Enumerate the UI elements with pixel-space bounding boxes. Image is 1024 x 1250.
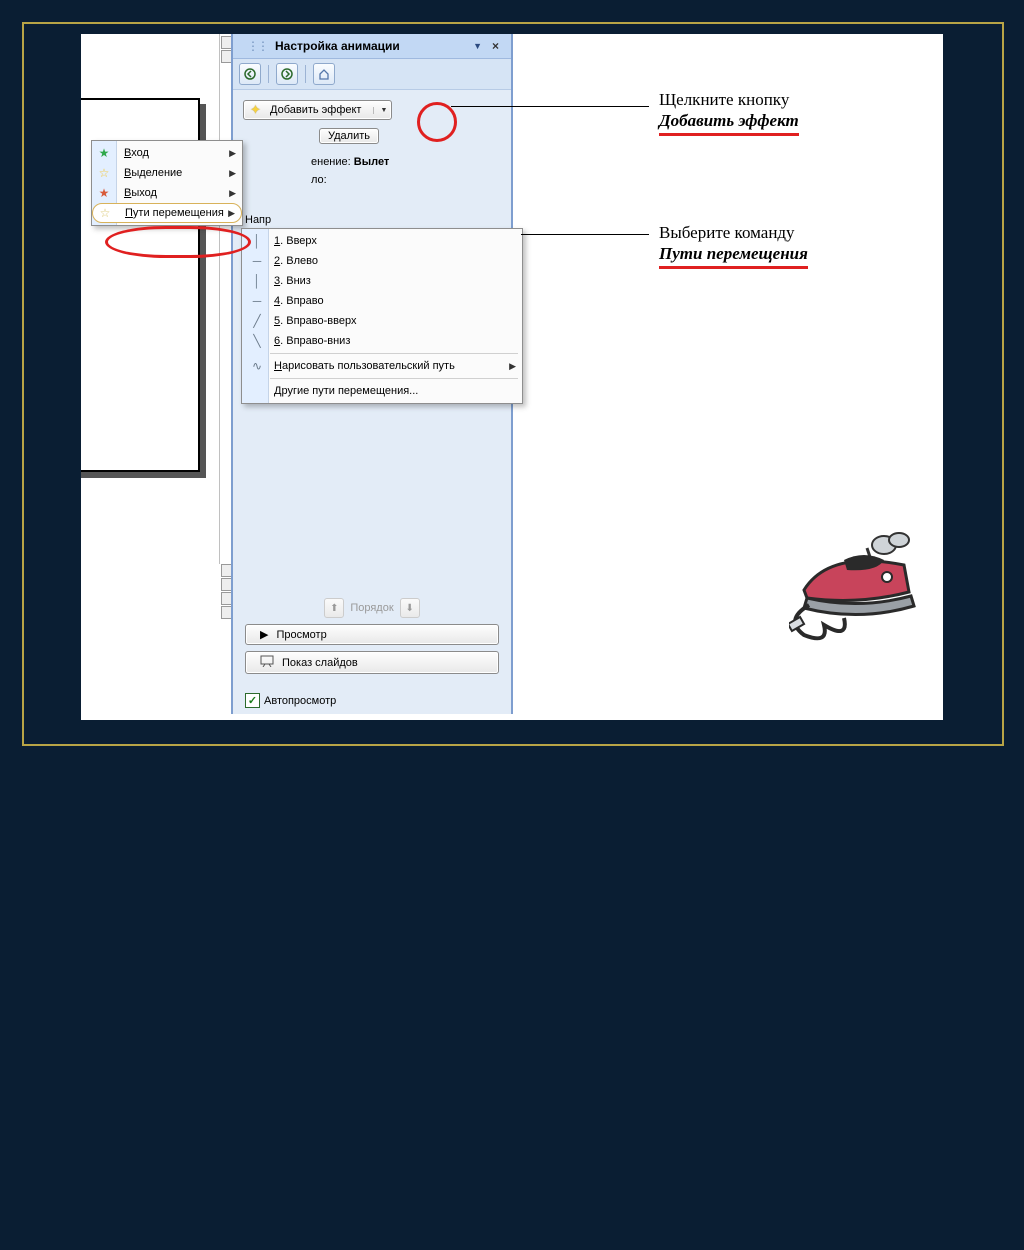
add-effect-button[interactable]: ✦ Добавить эффект ▼ — [243, 100, 392, 120]
path-item[interactable]: ─ 2. Влево — [242, 251, 522, 271]
order-up-button[interactable]: ⬆ — [324, 598, 344, 618]
pane-menu-dropdown[interactable]: ▼ — [473, 41, 482, 51]
slideshow-button[interactable]: Показ слайдов — [245, 651, 499, 674]
menu-item-выделение[interactable]: ☆ Выделение ▶ — [92, 163, 242, 183]
nav-home-button[interactable] — [313, 63, 335, 85]
start-label: ло: — [299, 170, 511, 188]
autopreview-checkbox[interactable]: ✓ — [245, 693, 260, 708]
menu-item-label: Выход — [124, 187, 157, 199]
preview-label: Просмотр — [276, 629, 326, 641]
custom-path-label: Нарисовать пользовательский путь — [274, 360, 455, 372]
projector-icon — [260, 655, 274, 670]
submenu-arrow-icon: ▶ — [229, 148, 236, 159]
path-item-label: 2. Влево — [274, 255, 318, 267]
direction-label: Напр — [245, 214, 305, 226]
motion-paths-submenu: │1. Вверх ─ 2. Влево │ 3. Вниз ─ 4. Вправо ╱ 5. … — [241, 228, 523, 404]
slideshow-label: Показ слайдов — [282, 657, 358, 669]
iron-clipart — [789, 510, 929, 650]
path-item-label: 1. Вверх — [274, 235, 317, 247]
menu-item-выход[interactable]: ★ Выход ▶ — [92, 183, 242, 203]
highlight-circle-paths — [105, 226, 251, 258]
change-label: енение: Вылет — [299, 152, 511, 170]
pane-bottom-controls: ⬆ Порядок ⬇ ▶ Просмотр Показ слайдов — [233, 592, 511, 686]
effect-category-menu: ★ Вход ▶ ☆ Выделение ▶ ★ Выход ▶ ☆ Пути перемещени… — [91, 140, 243, 226]
path-item-label: 4. Вправо — [274, 295, 324, 307]
path-item[interactable]: ─ 4. Вправо — [242, 291, 522, 311]
star-icon: ☆ — [95, 166, 113, 180]
order-label: Порядок — [350, 602, 393, 614]
nav-back-button[interactable] — [239, 63, 261, 85]
path-item[interactable]: ╱ 5. Вправо-вверх — [242, 311, 522, 331]
leader-line-2 — [521, 234, 649, 235]
add-effect-label: Добавить эффект — [270, 104, 361, 116]
submenu-arrow-icon: ▶ — [228, 208, 235, 219]
star-icon: ☆ — [96, 206, 114, 220]
path-glyph-icon: ─ — [248, 294, 266, 308]
document-preview — [81, 34, 220, 564]
remove-label: Удалить — [328, 130, 370, 142]
star-icon: ★ — [95, 186, 113, 200]
pane-nav — [233, 59, 511, 90]
preview-button[interactable]: ▶ Просмотр — [245, 624, 499, 645]
remove-button[interactable]: Удалить — [319, 128, 379, 144]
pane-header: ⋮⋮ Настройка анимации ▼ × — [233, 34, 511, 59]
star-icon: ✦ — [250, 103, 264, 117]
star-icon: ★ — [95, 146, 113, 160]
order-controls: ⬆ Порядок ⬇ — [245, 598, 499, 618]
pane-title: Настройка анимации — [275, 39, 467, 53]
mini-toolbar-lower — [221, 564, 231, 1250]
menu-item-пути-перемещения[interactable]: ☆ Пути перемещения ▶ — [92, 203, 242, 223]
highlight-circle-add-effect — [417, 102, 457, 142]
path-glyph-icon: ╱ — [248, 314, 266, 328]
menu-item-label: Пути перемещения — [125, 207, 224, 219]
submenu-arrow-icon: ▶ — [229, 188, 236, 199]
path-item-label: 5. Вправо-вверх — [274, 315, 356, 327]
menu-item-label: Вход — [124, 147, 149, 159]
path-item-label: 3. Вниз — [274, 275, 311, 287]
path-glyph-icon: ─ — [248, 254, 266, 268]
path-glyph-icon: ╲ — [248, 334, 266, 348]
pane-close-button[interactable]: × — [488, 39, 503, 53]
submenu-arrow-icon: ▶ — [509, 361, 516, 372]
submenu-arrow-icon: ▶ — [229, 168, 236, 179]
menu-item-вход[interactable]: ★ Вход ▶ — [92, 143, 242, 163]
scribble-icon: ∿ — [248, 359, 266, 373]
menu-item-label: Выделение — [124, 167, 182, 179]
more-paths-label: Другие пути перемещения... — [274, 385, 418, 397]
play-icon: ▶ — [260, 628, 268, 641]
more-paths-item[interactable]: Другие пути перемещения... — [242, 381, 522, 401]
path-item[interactable]: │1. Вверх — [242, 231, 522, 251]
path-item-label: 6. Вправо-вниз — [274, 335, 350, 347]
path-item[interactable]: │ 3. Вниз — [242, 271, 522, 291]
leader-line-1 — [451, 106, 649, 107]
nav-forward-button[interactable] — [276, 63, 298, 85]
chevron-down-icon: ▼ — [373, 107, 387, 114]
callout-add-effect: Щелкните кнопку Добавить эффект — [659, 89, 799, 136]
slide-canvas: ⋮⋮ Настройка анимации ▼ × ✦ Добавить эфф… — [81, 34, 943, 720]
path-glyph-icon: │ — [248, 274, 266, 288]
callout-paths: Выберите команду Пути перемещения — [659, 222, 808, 269]
autopreview-checkbox-row[interactable]: ✓ Автопросмотр — [245, 693, 336, 708]
autopreview-label: Автопросмотр — [264, 695, 336, 707]
grip-icon: ⋮⋮ — [247, 39, 267, 53]
custom-path-item[interactable]: ∿ Нарисовать пользовательский путь ▶ — [242, 356, 522, 376]
path-item[interactable]: ╲ 6. Вправо-вниз — [242, 331, 522, 351]
order-down-button[interactable]: ⬇ — [400, 598, 420, 618]
